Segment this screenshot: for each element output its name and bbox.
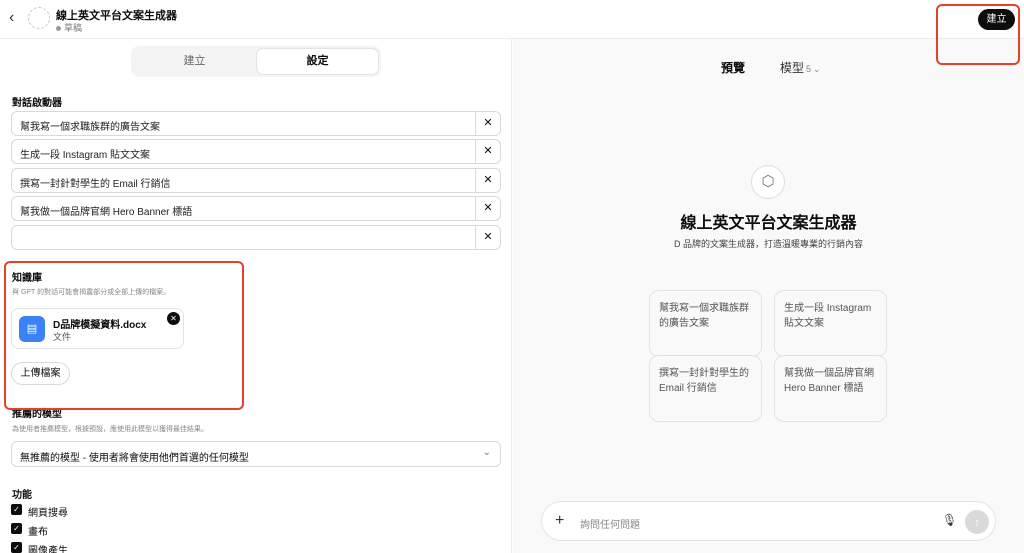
uploaded-file-card[interactable]: ▤ D品牌模擬資料.docx 文件 ✕: [11, 308, 184, 349]
starter-text: 生成一段 Instagram 貼文文案: [20, 150, 151, 161]
capability-label: 畫布: [28, 527, 48, 538]
status-dot-icon: [56, 26, 61, 32]
capabilities-label: 功能: [12, 490, 32, 501]
tab-create[interactable]: 建立: [134, 49, 255, 74]
starter-field[interactable]: 生成一段 Instagram 貼文文案 ✕: [11, 139, 501, 164]
cube-icon: ⬡: [751, 165, 785, 199]
composer-placeholder[interactable]: 詢問任何問題: [580, 516, 640, 531]
gpt-avatar[interactable]: [28, 7, 50, 29]
starter-field[interactable]: 幫我做一個品牌官網 Hero Banner 標語 ✕: [11, 196, 501, 221]
file-type: 文件: [53, 332, 72, 342]
chevron-left-icon[interactable]: ‹: [9, 10, 23, 26]
remove-file-icon[interactable]: ✕: [167, 312, 180, 325]
starter-text: 幫我寫一個求職族群的廣告文案: [20, 122, 160, 133]
create-button[interactable]: 建立: [978, 9, 1015, 30]
top-bar: ‹ 線上英文平台文案生成器 草稿 建立: [0, 0, 1024, 39]
microphone-icon[interactable]: 🎙: [942, 513, 957, 527]
chevron-down-icon: ⌄: [813, 64, 821, 74]
suggestion-card[interactable]: 撰寫一封針對學生的 Email 行銷信: [649, 355, 762, 422]
recommended-model-select[interactable]: 無推薦的模型 - 使用者將會使用他們首選的任何模型 ⌄: [11, 441, 501, 467]
document-icon: ▤: [19, 316, 45, 342]
mode-tabs: 建立 設定: [131, 46, 381, 77]
message-composer[interactable]: + 詢問任何問題 🎙 ↑: [541, 501, 996, 541]
suggestion-card[interactable]: 幫我寫一個求職族群的廣告文案: [649, 290, 762, 357]
close-icon[interactable]: ✕: [475, 112, 500, 135]
model-helper: 為使用者推薦模型，根據預設，應使用此模型以獲得最佳結果。: [12, 426, 208, 433]
model-picker[interactable]: 模型 5 ⌄: [780, 59, 821, 76]
suggestion-text: 生成一段 Instagram 貼文文案: [784, 303, 872, 329]
configure-panel: 建立 設定 對話啟動器 幫我寫一個求職族群的廣告文案 ✕ 生成一段 Instag…: [0, 39, 512, 553]
tab-configure[interactable]: 設定: [257, 49, 378, 74]
preview-title: 線上英文平台文案生成器: [680, 215, 857, 232]
model-label: 推薦的模型: [12, 409, 62, 420]
starter-field-empty[interactable]: ✕: [11, 225, 501, 250]
suggestion-text: 幫我寫一個求職族群的廣告文案: [659, 303, 749, 329]
tab-preview[interactable]: 預覽: [721, 59, 745, 76]
suggestion-text: 幫我做一個品牌官網 Hero Banner 標語: [784, 368, 874, 394]
preview-panel: 預覽 模型 5 ⌄ ⬡ 線上英文平台文案生成器 D 品牌的文案生成器，打造溫暖專業的…: [513, 39, 1024, 553]
checkbox-checked-icon[interactable]: ✓: [11, 523, 22, 534]
starter-text: 幫我做一個品牌官網 Hero Banner 標語: [20, 207, 193, 218]
preview-description: D 品牌的文案生成器，打造溫暖專業的行銷內容: [673, 239, 863, 249]
close-icon[interactable]: ✕: [475, 169, 500, 192]
close-icon[interactable]: ✕: [475, 226, 500, 249]
starter-field[interactable]: 幫我寫一個求職族群的廣告文案 ✕: [11, 111, 501, 136]
starter-text: 撰寫一封針對學生的 Email 行銷信: [20, 179, 171, 190]
arrow-up-icon[interactable]: ↑: [965, 510, 989, 534]
checkbox-checked-icon[interactable]: ✓: [11, 542, 22, 553]
capability-label: 網頁搜尋: [28, 508, 68, 519]
suggestion-card[interactable]: 生成一段 Instagram 貼文文案: [774, 290, 887, 357]
close-icon[interactable]: ✕: [475, 197, 500, 220]
checkbox-checked-icon[interactable]: ✓: [11, 504, 22, 515]
suggestion-card[interactable]: 幫我做一個品牌官網 Hero Banner 標語: [774, 355, 887, 422]
model-version: 5: [806, 64, 812, 74]
upload-files-button[interactable]: 上傳檔案: [11, 362, 70, 385]
selected-model: 無推薦的模型 - 使用者將會使用他們首選的任何模型: [20, 453, 249, 464]
close-icon[interactable]: ✕: [475, 140, 500, 163]
starters-label: 對話啟動器: [12, 98, 62, 109]
draft-status: 草稿: [56, 21, 82, 34]
plus-icon[interactable]: +: [555, 512, 564, 530]
knowledge-helper: 與 GPT 的對話可能會揭露部分或全部上傳的檔案。: [12, 289, 171, 296]
knowledge-label: 知識庫: [12, 273, 42, 284]
model-picker-label: 模型: [780, 61, 805, 75]
file-name: D品牌模擬資料.docx: [53, 320, 147, 331]
draft-status-label: 草稿: [64, 23, 83, 33]
chevron-down-icon: ⌄: [482, 447, 491, 458]
starter-field[interactable]: 撰寫一封針對學生的 Email 行銷信 ✕: [11, 168, 501, 193]
capability-label: 圖像產生: [28, 546, 68, 553]
suggestion-text: 撰寫一封針對學生的 Email 行銷信: [659, 368, 749, 394]
